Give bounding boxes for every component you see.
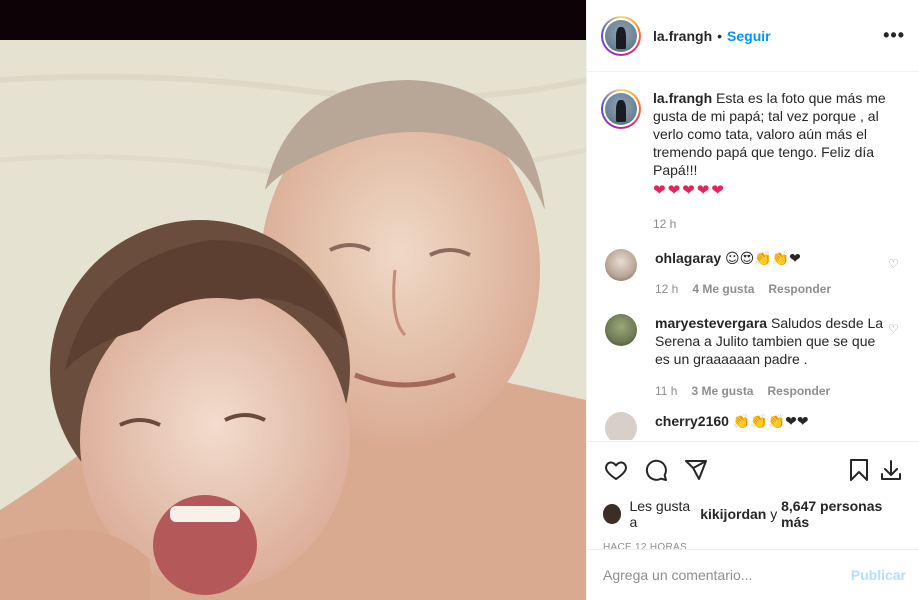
comment-meta: 11 h 3 Me gusta Responder [655, 382, 884, 400]
caption-hearts: ❤❤❤❤❤ [653, 181, 726, 199]
caption-username[interactable]: la.frangh [653, 90, 712, 106]
share-icon[interactable] [683, 457, 709, 483]
comment-body: cherry2160 👏👏👏❤❤ [655, 412, 904, 440]
comment-body: ohlagaray ☺😍👏👏❤ 12 h 4 Me gusta Responde… [655, 249, 904, 298]
comments-list[interactable]: la.frangh Esta es la foto que más me gus… [587, 73, 919, 440]
follow-button[interactable]: Seguir [727, 28, 771, 44]
profile-avatar[interactable] [601, 15, 641, 56]
caption-body: la.frangh Esta es la foto que más me gus… [653, 89, 904, 233]
caption-avatar[interactable] [601, 89, 641, 129]
right-action-icons [840, 457, 904, 483]
commenter-avatar[interactable] [605, 412, 637, 440]
post-sidebar: la.frangh • Seguir ••• la.frangh Esta es… [586, 0, 919, 600]
commenter-avatar[interactable] [605, 314, 637, 346]
bookmark-icon[interactable] [846, 457, 872, 483]
caption-time[interactable]: 12 h [653, 215, 676, 233]
comment-likes[interactable]: 4 Me gusta [692, 280, 754, 298]
avatar-image [605, 93, 637, 125]
add-comment-bar: Publicar [587, 549, 919, 600]
caption-meta: 12 h [653, 215, 904, 233]
likes-middle: y [770, 506, 778, 522]
post-header: la.frangh • Seguir ••• [587, 0, 919, 72]
header-username[interactable]: la.frangh [653, 28, 712, 44]
more-icon[interactable]: ••• [883, 25, 905, 46]
avatar-image [605, 19, 637, 52]
avatar-frame [603, 17, 639, 54]
avatar-frame [603, 91, 639, 127]
action-icons [603, 456, 904, 484]
comment-item: cherry2160 👏👏👏❤❤ [601, 412, 904, 440]
likes-prefix: Les gusta a [629, 498, 691, 530]
comment-time[interactable]: 11 h [655, 382, 677, 400]
likes-user[interactable]: kikijordan [700, 506, 766, 522]
comment-username[interactable]: cherry2160 [655, 413, 729, 429]
publish-button[interactable]: Publicar [851, 567, 906, 583]
comment-username[interactable]: maryestevergara [655, 315, 767, 331]
comment-meta: 12 h 4 Me gusta Responder [655, 280, 904, 298]
likes-count[interactable]: 8,647 personas más [781, 498, 904, 530]
comment-time[interactable]: 12 h [655, 280, 678, 298]
comment-icon[interactable] [643, 457, 669, 483]
download-icon[interactable] [878, 457, 904, 483]
reply-button[interactable]: Responder [768, 280, 831, 298]
heart-icon[interactable] [603, 457, 629, 483]
comment-like-heart-icon[interactable]: ♡ [888, 322, 900, 336]
comment-body: maryestevergara Saludos desde La Serena … [655, 314, 904, 400]
action-bar: Les gusta a kikijordan y 8,647 personas … [587, 441, 919, 553]
photo-panel [0, 0, 586, 600]
comment-username[interactable]: ohlagaray [655, 250, 721, 266]
commenter-avatar[interactable] [605, 249, 637, 281]
comment-text: ☺😍👏👏❤ [725, 251, 801, 267]
comment-item: maryestevergara Saludos desde La Serena … [601, 314, 904, 400]
comment-item: ohlagaray ☺😍👏👏❤ 12 h 4 Me gusta Responde… [601, 249, 904, 298]
likes-summary: Les gusta a kikijordan y 8,647 personas … [603, 498, 904, 530]
comment-likes[interactable]: 3 Me gusta [691, 382, 753, 400]
separator-dot: • [717, 27, 723, 44]
post-photo-art [0, 40, 586, 600]
liker-avatar[interactable] [603, 504, 622, 524]
comment-text: 👏👏👏❤❤ [732, 414, 809, 430]
comment-input[interactable] [603, 567, 851, 583]
comment-like-heart-icon[interactable]: ♡ [888, 257, 900, 271]
caption: la.frangh Esta es la foto que más me gus… [601, 89, 904, 233]
reply-button[interactable]: Responder [767, 382, 830, 400]
post-photo[interactable] [0, 40, 586, 600]
